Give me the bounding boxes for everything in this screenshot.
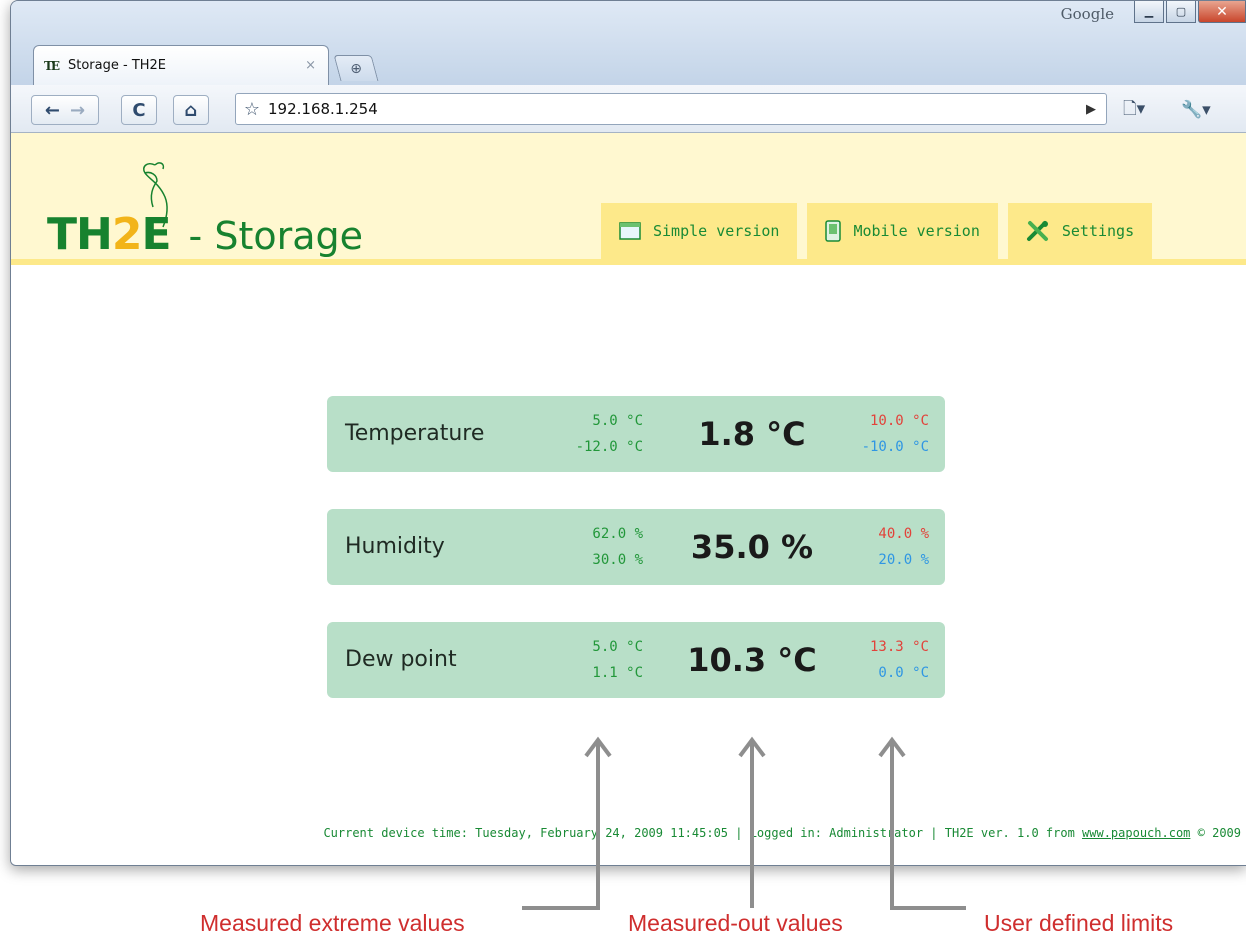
limit-high: 40.0 % xyxy=(878,526,929,542)
status-footer: Current device time: Tuesday, February 2… xyxy=(11,826,1241,840)
page-title: - Storage xyxy=(188,214,364,258)
plus-icon: ⊕ xyxy=(350,60,362,77)
measured-extremes: 5.0 °C -12.0 °C xyxy=(555,408,643,460)
measured-value: 1.8 °C xyxy=(698,415,806,453)
wrench-icon: 🔧▾ xyxy=(1181,100,1211,120)
browser-tab[interactable]: TE Storage - TH2E × xyxy=(33,45,329,85)
user-limits: 13.3 °C 0.0 °C xyxy=(833,634,929,686)
window-controls: ▁ ▢ ✕ xyxy=(1132,1,1246,27)
go-icon[interactable]: ▶ xyxy=(1076,102,1106,117)
url-input[interactable] xyxy=(268,100,1076,118)
footer-text: Current device time: Tuesday, February 2… xyxy=(323,826,1075,840)
title-bar: Google ▁ ▢ ✕ TE Storage - TH2E × ⊕ xyxy=(11,1,1246,85)
home-icon: ⌂ xyxy=(184,99,198,121)
extreme-low: 1.1 °C xyxy=(592,665,643,681)
tools-menu-button[interactable]: 🔧▾ xyxy=(1181,95,1211,125)
user-limits: 10.0 °C -10.0 °C xyxy=(833,408,929,460)
tab-close-button[interactable]: × xyxy=(305,58,316,73)
address-bar[interactable]: ☆ ▶ xyxy=(235,93,1107,125)
extreme-high: 5.0 °C xyxy=(592,639,643,655)
papouch-link[interactable]: www.papouch.com xyxy=(1082,826,1190,840)
tab-title: Storage - TH2E xyxy=(68,58,167,73)
main-menu: Simple version Mobile version Settings xyxy=(601,203,1162,259)
star-icon[interactable]: ☆ xyxy=(236,99,268,120)
minimize-button[interactable]: ▁ xyxy=(1134,1,1164,23)
browser-toolbar: ← → C ⌂ ☆ ▶ 🗋▾ 🔧▾ xyxy=(11,85,1246,133)
footer-copyright: © 2009 xyxy=(1197,826,1241,840)
window-icon xyxy=(619,222,641,240)
th2e-favicon-icon: TE xyxy=(44,58,60,73)
back-icon[interactable]: ← xyxy=(45,100,60,121)
site-header: TH2E - Storage Simple version Mobile ver… xyxy=(11,133,1246,265)
limit-high: 10.0 °C xyxy=(869,413,929,429)
tools-icon xyxy=(1026,220,1050,242)
limit-high: 13.3 °C xyxy=(869,639,929,655)
logo-two: 2 xyxy=(111,209,143,260)
menu-item-mobile-version[interactable]: Mobile version xyxy=(807,203,998,259)
limit-low: 0.0 °C xyxy=(878,665,929,681)
forward-icon[interactable]: → xyxy=(70,100,85,121)
new-tab-button[interactable]: ⊕ xyxy=(333,55,379,81)
caption-measured-extreme: Measured extreme values xyxy=(200,910,465,936)
back-forward-group: ← → xyxy=(31,95,99,125)
menu-label: Mobile version xyxy=(853,222,980,240)
extreme-low: 30.0 % xyxy=(592,552,643,568)
card-label: Dew point xyxy=(345,647,457,672)
limit-low: -10.0 °C xyxy=(861,439,929,455)
measured-value: 10.3 °C xyxy=(687,641,817,679)
card-label: Temperature xyxy=(345,421,485,446)
temperature-card: Temperature 5.0 °C -12.0 °C 1.8 °C 10.0 … xyxy=(327,396,945,472)
menu-item-settings[interactable]: Settings xyxy=(1007,203,1153,259)
measured-extremes: 62.0 % 30.0 % xyxy=(555,521,643,573)
user-limits: 40.0 % 20.0 % xyxy=(833,521,929,573)
caption-measured-out: Measured-out values xyxy=(628,910,843,936)
extreme-low: -12.0 °C xyxy=(575,439,643,455)
dew-point-card: Dew point 5.0 °C 1.1 °C 10.3 °C 13.3 °C … xyxy=(327,622,945,698)
page-content: TH2E - Storage Simple version Mobile ver… xyxy=(11,133,1246,865)
close-window-button[interactable]: ✕ xyxy=(1198,1,1246,23)
menu-label: Simple version xyxy=(653,222,780,240)
menu-label: Settings xyxy=(1061,222,1135,240)
measured-extremes: 5.0 °C 1.1 °C xyxy=(555,634,643,686)
menu-item-simple-version[interactable]: Simple version xyxy=(601,203,798,259)
maximize-button[interactable]: ▢ xyxy=(1166,1,1196,23)
extreme-high: 62.0 % xyxy=(592,526,643,542)
caption-user-limits: User defined limits xyxy=(984,910,1174,936)
logo-e: E xyxy=(141,209,171,260)
reload-button[interactable]: C xyxy=(121,95,157,125)
search-engine-label: Google xyxy=(1060,5,1114,23)
measured-value: 35.0 % xyxy=(690,528,814,566)
card-label: Humidity xyxy=(345,534,445,559)
browser-window: Google ▁ ▢ ✕ TE Storage - TH2E × ⊕ ← → C… xyxy=(10,0,1246,866)
site-logo[interactable]: TH2E - Storage xyxy=(47,209,363,260)
logo-wordmark: TH2E xyxy=(47,209,172,260)
page-menu-icon: 🗋▾ xyxy=(1123,98,1146,119)
reload-icon: C xyxy=(132,99,146,121)
limit-low: 20.0 % xyxy=(878,552,929,568)
logo-th: TH xyxy=(47,209,113,260)
mobile-icon xyxy=(825,220,842,242)
home-button[interactable]: ⌂ xyxy=(173,95,209,125)
humidity-card: Humidity 62.0 % 30.0 % 35.0 % 40.0 % 20.… xyxy=(327,509,945,585)
extreme-high: 5.0 °C xyxy=(592,413,643,429)
page-menu-button[interactable]: 🗋▾ xyxy=(1123,95,1145,125)
